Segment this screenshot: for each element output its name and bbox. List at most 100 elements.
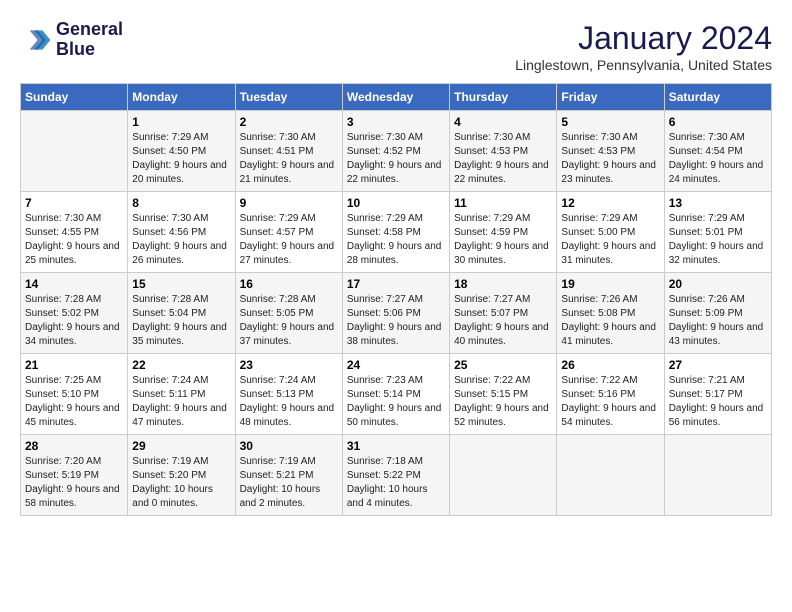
calendar-week-row: 1 Sunrise: 7:29 AMSunset: 4:50 PMDaylight…	[21, 111, 772, 192]
calendar-cell: 15 Sunrise: 7:28 AMSunset: 5:04 PMDayligh…	[128, 273, 235, 354]
calendar-week-row: 28 Sunrise: 7:20 AMSunset: 5:19 PMDayligh…	[21, 435, 772, 516]
day-info: Sunrise: 7:22 AMSunset: 5:15 PMDaylight:…	[454, 374, 552, 430]
calendar-cell: 11 Sunrise: 7:29 AMSunset: 4:59 PMDayligh…	[450, 192, 557, 273]
calendar-cell: 20Sunrise: 7:26 AMSunset: 5:09 PMDayligh…	[664, 273, 771, 354]
calendar-cell	[21, 111, 128, 192]
logo-line1: General	[56, 20, 123, 40]
calendar-cell: 8 Sunrise: 7:30 AMSunset: 4:56 PMDaylight…	[128, 192, 235, 273]
day-number: 13	[669, 196, 767, 210]
calendar-cell: 16 Sunrise: 7:28 AMSunset: 5:05 PMDayligh…	[235, 273, 342, 354]
calendar-cell: 2 Sunrise: 7:30 AMSunset: 4:51 PMDaylight…	[235, 111, 342, 192]
day-info: Sunrise: 7:30 AMSunset: 4:56 PMDaylight:…	[132, 212, 230, 268]
day-info: Sunrise: 7:27 AMSunset: 5:07 PMDaylight:…	[454, 293, 552, 349]
day-info: Sunrise: 7:29 AMSunset: 5:00 PMDaylight:…	[561, 212, 659, 268]
calendar-cell: 23Sunrise: 7:24 AMSunset: 5:13 PMDayligh…	[235, 354, 342, 435]
day-number: 8	[132, 196, 230, 210]
day-number: 17	[347, 277, 445, 291]
day-info: Sunrise: 7:30 AMSunset: 4:51 PMDaylight:…	[240, 131, 338, 187]
day-number: 30	[240, 439, 338, 453]
day-number: 14	[25, 277, 123, 291]
day-info: Sunrise: 7:30 AMSunset: 4:54 PMDaylight:…	[669, 131, 767, 187]
day-number: 7	[25, 196, 123, 210]
day-number: 21	[25, 358, 123, 372]
calendar-cell: 28 Sunrise: 7:20 AMSunset: 5:19 PMDayligh…	[21, 435, 128, 516]
calendar-cell: 4Sunrise: 7:30 AMSunset: 4:53 PMDaylight…	[450, 111, 557, 192]
day-number: 5	[561, 115, 659, 129]
day-info: Sunrise: 7:29 AMSunset: 5:01 PMDaylight:…	[669, 212, 767, 268]
day-info: Sunrise: 7:28 AMSunset: 5:05 PMDaylight:…	[240, 293, 338, 349]
calendar-cell: 5 Sunrise: 7:30 AMSunset: 4:53 PMDaylight…	[557, 111, 664, 192]
day-info: Sunrise: 7:30 AMSunset: 4:53 PMDaylight:…	[561, 131, 659, 187]
calendar-cell: 21Sunrise: 7:25 AMSunset: 5:10 PMDayligh…	[21, 354, 128, 435]
day-number: 9	[240, 196, 338, 210]
calendar-cell: 6 Sunrise: 7:30 AMSunset: 4:54 PMDaylight…	[664, 111, 771, 192]
calendar-cell: 19 Sunrise: 7:26 AMSunset: 5:08 PMDayligh…	[557, 273, 664, 354]
day-number: 12	[561, 196, 659, 210]
day-number: 27	[669, 358, 767, 372]
logo-text: General Blue	[56, 20, 123, 60]
calendar-table: SundayMondayTuesdayWednesdayThursdayFrid…	[20, 83, 772, 516]
day-info: Sunrise: 7:20 AMSunset: 5:19 PMDaylight:…	[25, 455, 123, 511]
day-info: Sunrise: 7:30 AMSunset: 4:55 PMDaylight:…	[25, 212, 123, 268]
day-number: 1	[132, 115, 230, 129]
calendar-cell: 13 Sunrise: 7:29 AMSunset: 5:01 PMDayligh…	[664, 192, 771, 273]
calendar-cell: 18 Sunrise: 7:27 AMSunset: 5:07 PMDayligh…	[450, 273, 557, 354]
day-info: Sunrise: 7:29 AMSunset: 4:57 PMDaylight:…	[240, 212, 338, 268]
location: Linglestown, Pennsylvania, United States	[515, 57, 772, 73]
day-number: 20	[669, 277, 767, 291]
day-info: Sunrise: 7:29 AMSunset: 4:58 PMDaylight:…	[347, 212, 445, 268]
day-info: Sunrise: 7:28 AMSunset: 5:02 PMDaylight:…	[25, 293, 123, 349]
logo: General Blue	[20, 20, 123, 60]
calendar-week-row: 14 Sunrise: 7:28 AMSunset: 5:02 PMDayligh…	[21, 273, 772, 354]
calendar-cell: 3 Sunrise: 7:30 AMSunset: 4:52 PMDaylight…	[342, 111, 449, 192]
day-info: Sunrise: 7:19 AMSunset: 5:21 PMDaylight:…	[240, 455, 338, 511]
day-info: Sunrise: 7:18 AMSunset: 5:22 PMDaylight:…	[347, 455, 445, 511]
day-of-week-header: Wednesday	[342, 84, 449, 111]
month-title: January 2024	[515, 20, 772, 57]
calendar-cell	[557, 435, 664, 516]
calendar-body: 1 Sunrise: 7:29 AMSunset: 4:50 PMDaylight…	[21, 111, 772, 516]
day-number: 28	[25, 439, 123, 453]
day-of-week-header: Thursday	[450, 84, 557, 111]
logo-icon	[20, 24, 52, 56]
page-header: General Blue January 2024 Linglestown, P…	[20, 20, 772, 73]
calendar-header: SundayMondayTuesdayWednesdayThursdayFrid…	[21, 84, 772, 111]
day-of-week-header: Friday	[557, 84, 664, 111]
day-number: 31	[347, 439, 445, 453]
calendar-cell: 12 Sunrise: 7:29 AMSunset: 5:00 PMDayligh…	[557, 192, 664, 273]
calendar-cell	[450, 435, 557, 516]
day-number: 11	[454, 196, 552, 210]
title-block: January 2024 Linglestown, Pennsylvania, …	[515, 20, 772, 73]
day-number: 16	[240, 277, 338, 291]
day-number: 6	[669, 115, 767, 129]
calendar-cell: 30 Sunrise: 7:19 AMSunset: 5:21 PMDayligh…	[235, 435, 342, 516]
day-info: Sunrise: 7:30 AMSunset: 4:52 PMDaylight:…	[347, 131, 445, 187]
day-info: Sunrise: 7:26 AMSunset: 5:08 PMDaylight:…	[561, 293, 659, 349]
day-info: Sunrise: 7:19 AMSunset: 5:20 PMDaylight:…	[132, 455, 230, 511]
day-number: 15	[132, 277, 230, 291]
day-of-week-header: Saturday	[664, 84, 771, 111]
day-info: Sunrise: 7:24 AMSunset: 5:13 PMDaylight:…	[240, 374, 338, 430]
calendar-cell: 17Sunrise: 7:27 AMSunset: 5:06 PMDayligh…	[342, 273, 449, 354]
day-of-week-header: Tuesday	[235, 84, 342, 111]
day-number: 26	[561, 358, 659, 372]
calendar-week-row: 21Sunrise: 7:25 AMSunset: 5:10 PMDayligh…	[21, 354, 772, 435]
day-info: Sunrise: 7:21 AMSunset: 5:17 PMDaylight:…	[669, 374, 767, 430]
day-number: 22	[132, 358, 230, 372]
day-info: Sunrise: 7:30 AMSunset: 4:53 PMDaylight:…	[454, 131, 552, 187]
calendar-cell: 25 Sunrise: 7:22 AMSunset: 5:15 PMDayligh…	[450, 354, 557, 435]
day-number: 19	[561, 277, 659, 291]
day-info: Sunrise: 7:29 AMSunset: 4:59 PMDaylight:…	[454, 212, 552, 268]
day-of-week-header: Monday	[128, 84, 235, 111]
day-number: 25	[454, 358, 552, 372]
day-info: Sunrise: 7:29 AMSunset: 4:50 PMDaylight:…	[132, 131, 230, 187]
day-info: Sunrise: 7:22 AMSunset: 5:16 PMDaylight:…	[561, 374, 659, 430]
header-row: SundayMondayTuesdayWednesdayThursdayFrid…	[21, 84, 772, 111]
calendar-cell: 9 Sunrise: 7:29 AMSunset: 4:57 PMDaylight…	[235, 192, 342, 273]
day-number: 3	[347, 115, 445, 129]
day-number: 2	[240, 115, 338, 129]
day-info: Sunrise: 7:28 AMSunset: 5:04 PMDaylight:…	[132, 293, 230, 349]
day-number: 18	[454, 277, 552, 291]
calendar-cell: 27 Sunrise: 7:21 AMSunset: 5:17 PMDayligh…	[664, 354, 771, 435]
calendar-cell	[664, 435, 771, 516]
